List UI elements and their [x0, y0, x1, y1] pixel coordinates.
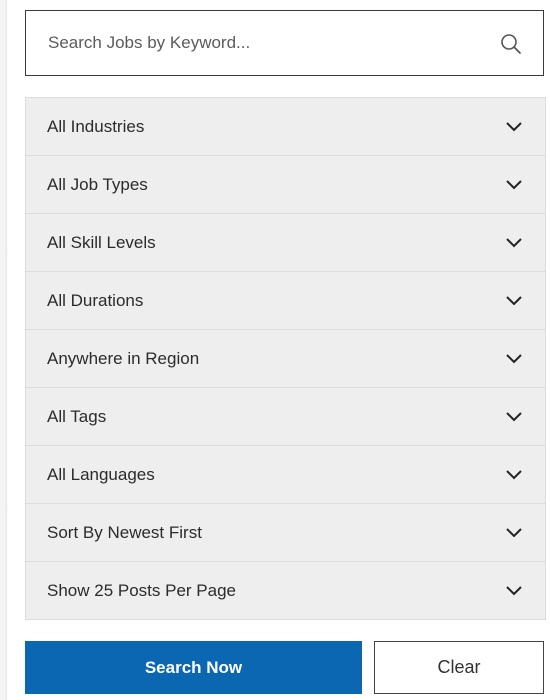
filter-label: Anywhere in Region: [47, 348, 200, 368]
chevron-down-icon: [506, 238, 522, 248]
search-box: [25, 10, 544, 76]
filter-label: All Durations: [47, 290, 144, 310]
chevron-down-icon: [506, 586, 522, 596]
filter-label: All Job Types: [47, 174, 148, 194]
filter-durations[interactable]: All Durations: [26, 272, 545, 330]
filter-label: All Skill Levels: [47, 232, 156, 252]
filter-label: All Industries: [47, 116, 145, 136]
left-divider: [0, 0, 8, 700]
filter-label: All Tags: [47, 406, 107, 426]
clear-button[interactable]: Clear: [374, 641, 544, 694]
job-search-panel: All Industries All Job Types All Skill L…: [25, 10, 546, 694]
filter-label: Sort By Newest First: [47, 522, 202, 542]
search-now-button[interactable]: Search Now: [25, 641, 362, 694]
filter-languages[interactable]: All Languages: [26, 446, 545, 504]
filter-posts-per-page[interactable]: Show 25 Posts Per Page: [26, 562, 545, 619]
filter-job-types[interactable]: All Job Types: [26, 156, 545, 214]
chevron-down-icon: [506, 122, 522, 132]
chevron-down-icon: [506, 470, 522, 480]
chevron-down-icon: [506, 180, 522, 190]
chevron-down-icon: [506, 296, 522, 306]
search-input[interactable]: [26, 11, 478, 75]
chevron-down-icon: [506, 354, 522, 364]
filter-label: Show 25 Posts Per Page: [47, 580, 237, 600]
filter-label: All Languages: [47, 464, 155, 484]
filter-tags[interactable]: All Tags: [26, 388, 545, 446]
filter-region[interactable]: Anywhere in Region: [26, 330, 545, 388]
chevron-down-icon: [506, 528, 522, 538]
filter-sort-order[interactable]: Sort By Newest First: [26, 504, 545, 562]
filter-skill-levels[interactable]: All Skill Levels: [26, 214, 545, 272]
filter-list: All Industries All Job Types All Skill L…: [25, 97, 546, 620]
chevron-down-icon: [506, 412, 522, 422]
filter-industries[interactable]: All Industries: [26, 98, 545, 156]
action-buttons: Search Now Clear: [25, 641, 544, 694]
search-icon[interactable]: [499, 32, 523, 56]
